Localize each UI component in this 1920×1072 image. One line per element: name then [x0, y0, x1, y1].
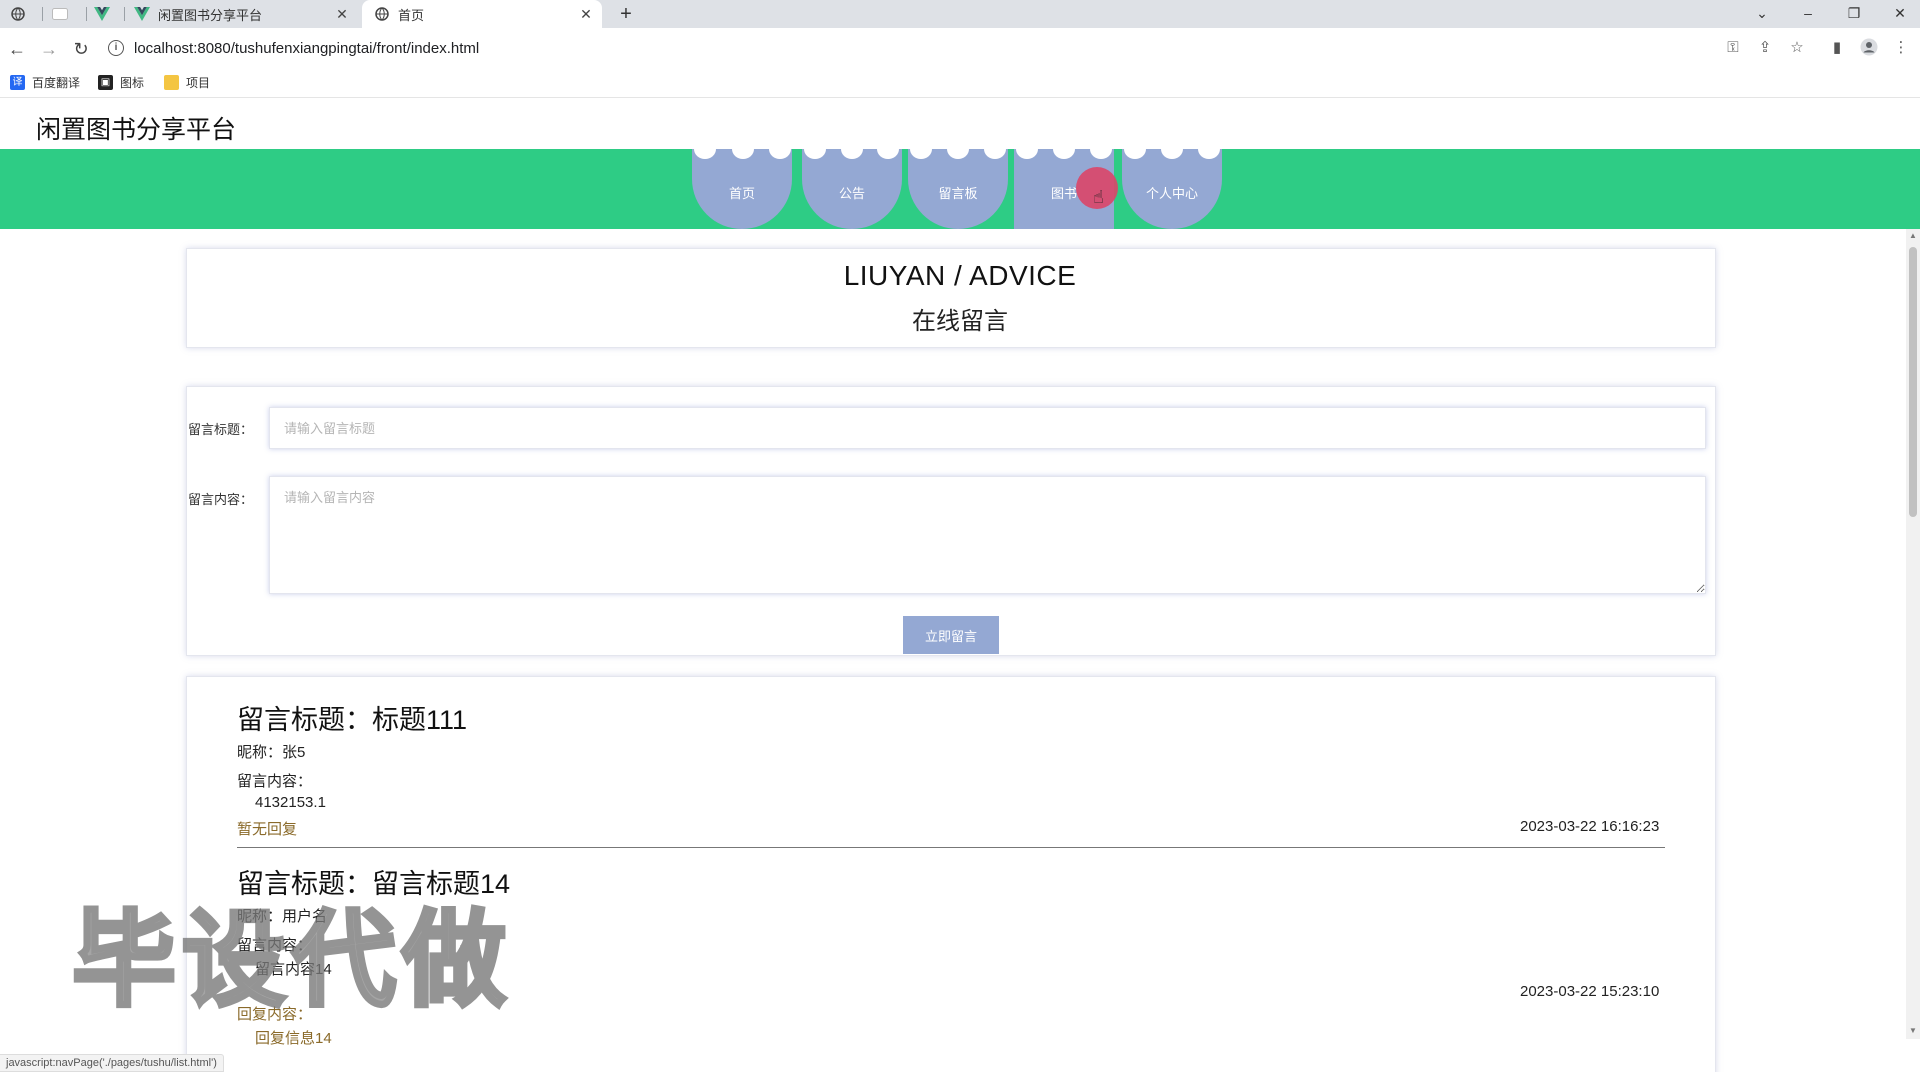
- browser-tab-home[interactable]: 首页 ✕: [362, 0, 602, 28]
- tab-separator: [42, 7, 43, 21]
- close-window-icon[interactable]: ✕: [1880, 0, 1920, 28]
- content-field-label: 留言内容：: [188, 492, 254, 507]
- image-icon: ▣: [98, 75, 113, 90]
- url-field[interactable]: i localhost:8080/tushufenxiangpingtai/fr…: [108, 33, 1908, 63]
- reload-icon[interactable]: ↻: [68, 36, 94, 62]
- profile-avatar-icon[interactable]: [1859, 38, 1879, 58]
- nav-scallop: [1090, 139, 1112, 159]
- nav-scallop: [841, 139, 863, 159]
- minimize-icon[interactable]: –: [1788, 0, 1828, 28]
- tab-separator: [86, 7, 87, 21]
- nav-scallop: [1198, 139, 1220, 159]
- vue-logo-icon: [94, 6, 110, 22]
- nav-scallop: [769, 139, 791, 159]
- bookmark-label: 项目: [186, 76, 211, 90]
- watermark-text: 毕设代做: [70, 897, 513, 1023]
- message-content-label: 留言内容：: [237, 773, 313, 790]
- more-menu-icon[interactable]: ⋮: [1891, 38, 1911, 58]
- nav-scallop: [1016, 139, 1038, 159]
- globe-icon: [10, 6, 26, 22]
- message-date: 2023-03-22 15:23:10: [1520, 983, 1660, 1000]
- message-title-input[interactable]: [269, 407, 1706, 449]
- message-date: 2023-03-22 16:16:23: [1520, 818, 1660, 835]
- nav-scallop: [732, 139, 754, 159]
- vue-logo-icon: [134, 6, 150, 22]
- hand-pointer-cursor-icon: ☝: [1093, 187, 1104, 207]
- message-content: 4132153.1: [255, 794, 326, 811]
- close-icon[interactable]: ✕: [334, 6, 350, 22]
- share-icon[interactable]: ⇪: [1755, 38, 1775, 58]
- nav-scallop: [910, 139, 932, 159]
- nav-scallop: [984, 139, 1006, 159]
- restore-icon[interactable]: ❐: [1834, 0, 1874, 28]
- folder-icon: [164, 75, 179, 90]
- browser-tab-blank[interactable]: [52, 0, 82, 28]
- message-title: 留言标题：标题111: [237, 705, 468, 735]
- title-field-label: 留言标题：: [188, 422, 254, 437]
- url-text: localhost:8080/tushufenxiangpingtai/fron…: [134, 39, 480, 57]
- tab-search-chevron-icon[interactable]: ⌄: [1742, 0, 1782, 28]
- nav-scallop: [947, 139, 969, 159]
- star-bookmark-icon[interactable]: ☆: [1787, 38, 1807, 58]
- site-title: 闲置图书分享平台: [36, 116, 237, 144]
- scroll-up-arrow-icon[interactable]: ▲: [1908, 231, 1918, 241]
- header-title-en: LIUYAN / ADVICE: [843, 260, 1077, 291]
- key-icon[interactable]: ⚿: [1723, 38, 1743, 58]
- scrollbar-thumb[interactable]: [1909, 247, 1917, 517]
- address-bar: ← → ↻ i localhost:8080/tushufenxiangping…: [0, 28, 1920, 68]
- scroll-down-arrow-icon[interactable]: ▼: [1908, 1026, 1918, 1036]
- message-nickname: 昵称：张5: [237, 744, 306, 761]
- bookmark-project[interactable]: 项目: [164, 74, 210, 91]
- header-title-cn: 在线留言: [912, 308, 1008, 335]
- info-icon[interactable]: i: [108, 40, 124, 56]
- status-bar-link-preview: javascript:navPage('./pages/tushu/list.h…: [0, 1054, 224, 1072]
- close-icon[interactable]: ✕: [578, 6, 594, 22]
- browser-tab-platform[interactable]: 闲置图书分享平台 ✕: [134, 0, 358, 28]
- nav-scallop: [877, 139, 899, 159]
- message-content-textarea[interactable]: [269, 476, 1706, 594]
- translate-icon: 译: [10, 75, 25, 90]
- nav-scallop: [1124, 139, 1146, 159]
- tab-label: 首页: [398, 7, 425, 23]
- message-reply-status: 暂无回复: [237, 821, 298, 838]
- new-tab-plus-icon[interactable]: +: [614, 2, 638, 26]
- nav-scallop: [1053, 139, 1075, 159]
- tab-separator: [124, 7, 125, 21]
- submit-message-button[interactable]: 立即留言: [903, 616, 999, 654]
- browser-tab-vue[interactable]: [94, 0, 124, 28]
- bookmark-label: 百度翻译: [32, 76, 81, 90]
- bookmark-label: 图标: [120, 76, 145, 90]
- bookmark-icons[interactable]: ▣ 图标: [98, 74, 144, 91]
- bookmark-baidu-translate[interactable]: 译 百度翻译: [10, 74, 80, 91]
- side-panel-icon[interactable]: ▮: [1827, 38, 1847, 58]
- nav-scallop: [1161, 139, 1183, 159]
- nav-scallop: [804, 139, 826, 159]
- message-divider: [237, 847, 1665, 848]
- blank-page-icon: [52, 6, 68, 22]
- browser-tab-globe[interactable]: [10, 0, 40, 28]
- back-arrow-icon[interactable]: ←: [4, 36, 30, 62]
- nav-scallop: [694, 139, 716, 159]
- forward-arrow-icon[interactable]: →: [36, 36, 62, 62]
- globe-icon: [374, 6, 390, 22]
- tab-label: 闲置图书分享平台: [158, 7, 263, 23]
- bookmarks-bar: 译 百度翻译 ▣ 图标 项目: [0, 68, 1920, 98]
- message-reply: 回复信息14: [255, 1030, 332, 1047]
- browser-tab-bar: 闲置图书分享平台 ✕ 首页 ✕ + ⌄ – ❐ ✕: [0, 0, 1920, 28]
